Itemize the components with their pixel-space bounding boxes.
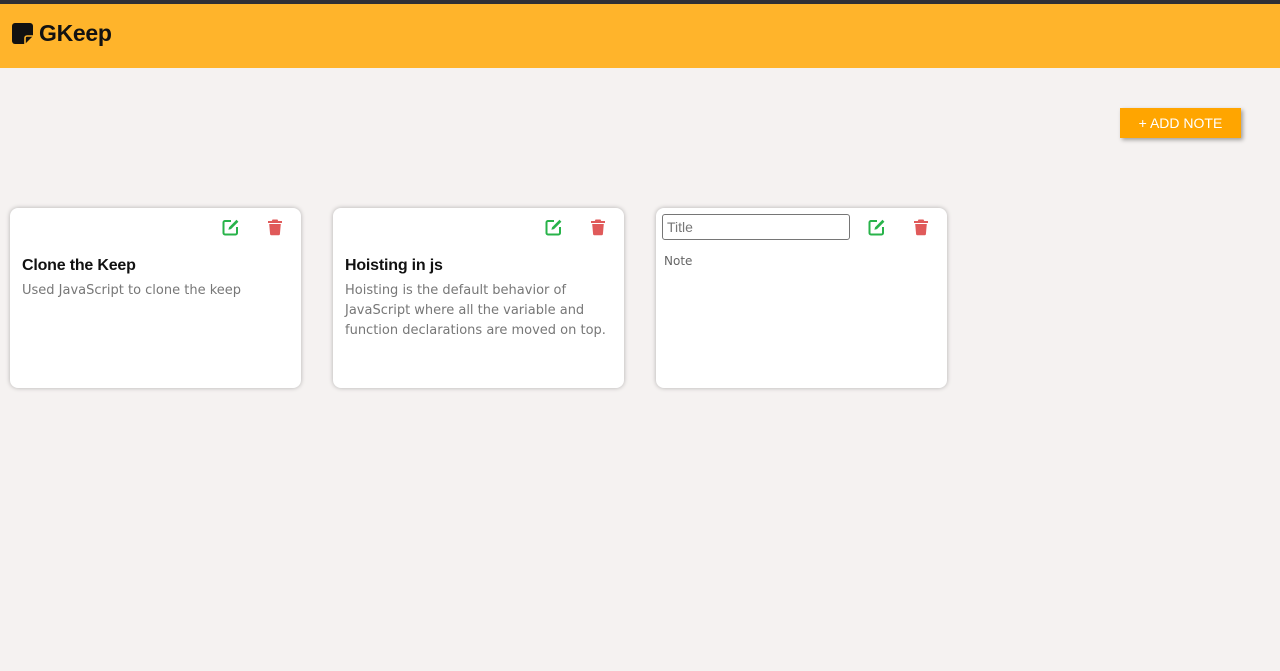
add-note-button[interactable]: + ADD NOTE xyxy=(1120,108,1241,138)
sticky-note-icon xyxy=(12,23,33,44)
note-body-textarea[interactable] xyxy=(662,252,941,378)
note-title-input[interactable] xyxy=(662,214,850,240)
note-body: Used JavaScript to clone the keep xyxy=(22,283,242,298)
brand: GKeep xyxy=(12,20,112,47)
trash-icon[interactable] xyxy=(912,218,930,236)
edit-icon[interactable] xyxy=(222,218,240,236)
trash-icon[interactable] xyxy=(266,218,284,236)
app-header: GKeep xyxy=(0,4,1280,68)
edit-icon[interactable] xyxy=(545,218,563,236)
note-card: Hoisting in js Hoisting is the default b… xyxy=(333,208,624,388)
edit-icon[interactable] xyxy=(868,218,886,236)
note-card-editing xyxy=(656,208,947,388)
trash-icon[interactable] xyxy=(589,218,607,236)
note-title: Clone the Keep xyxy=(22,257,136,274)
note-card: Clone the Keep Used JavaScript to clone … xyxy=(10,208,301,388)
note-title: Hoisting in js xyxy=(345,257,443,274)
app-title: GKeep xyxy=(39,20,112,46)
note-body: Hoisting is the default behavior of Java… xyxy=(345,283,606,338)
